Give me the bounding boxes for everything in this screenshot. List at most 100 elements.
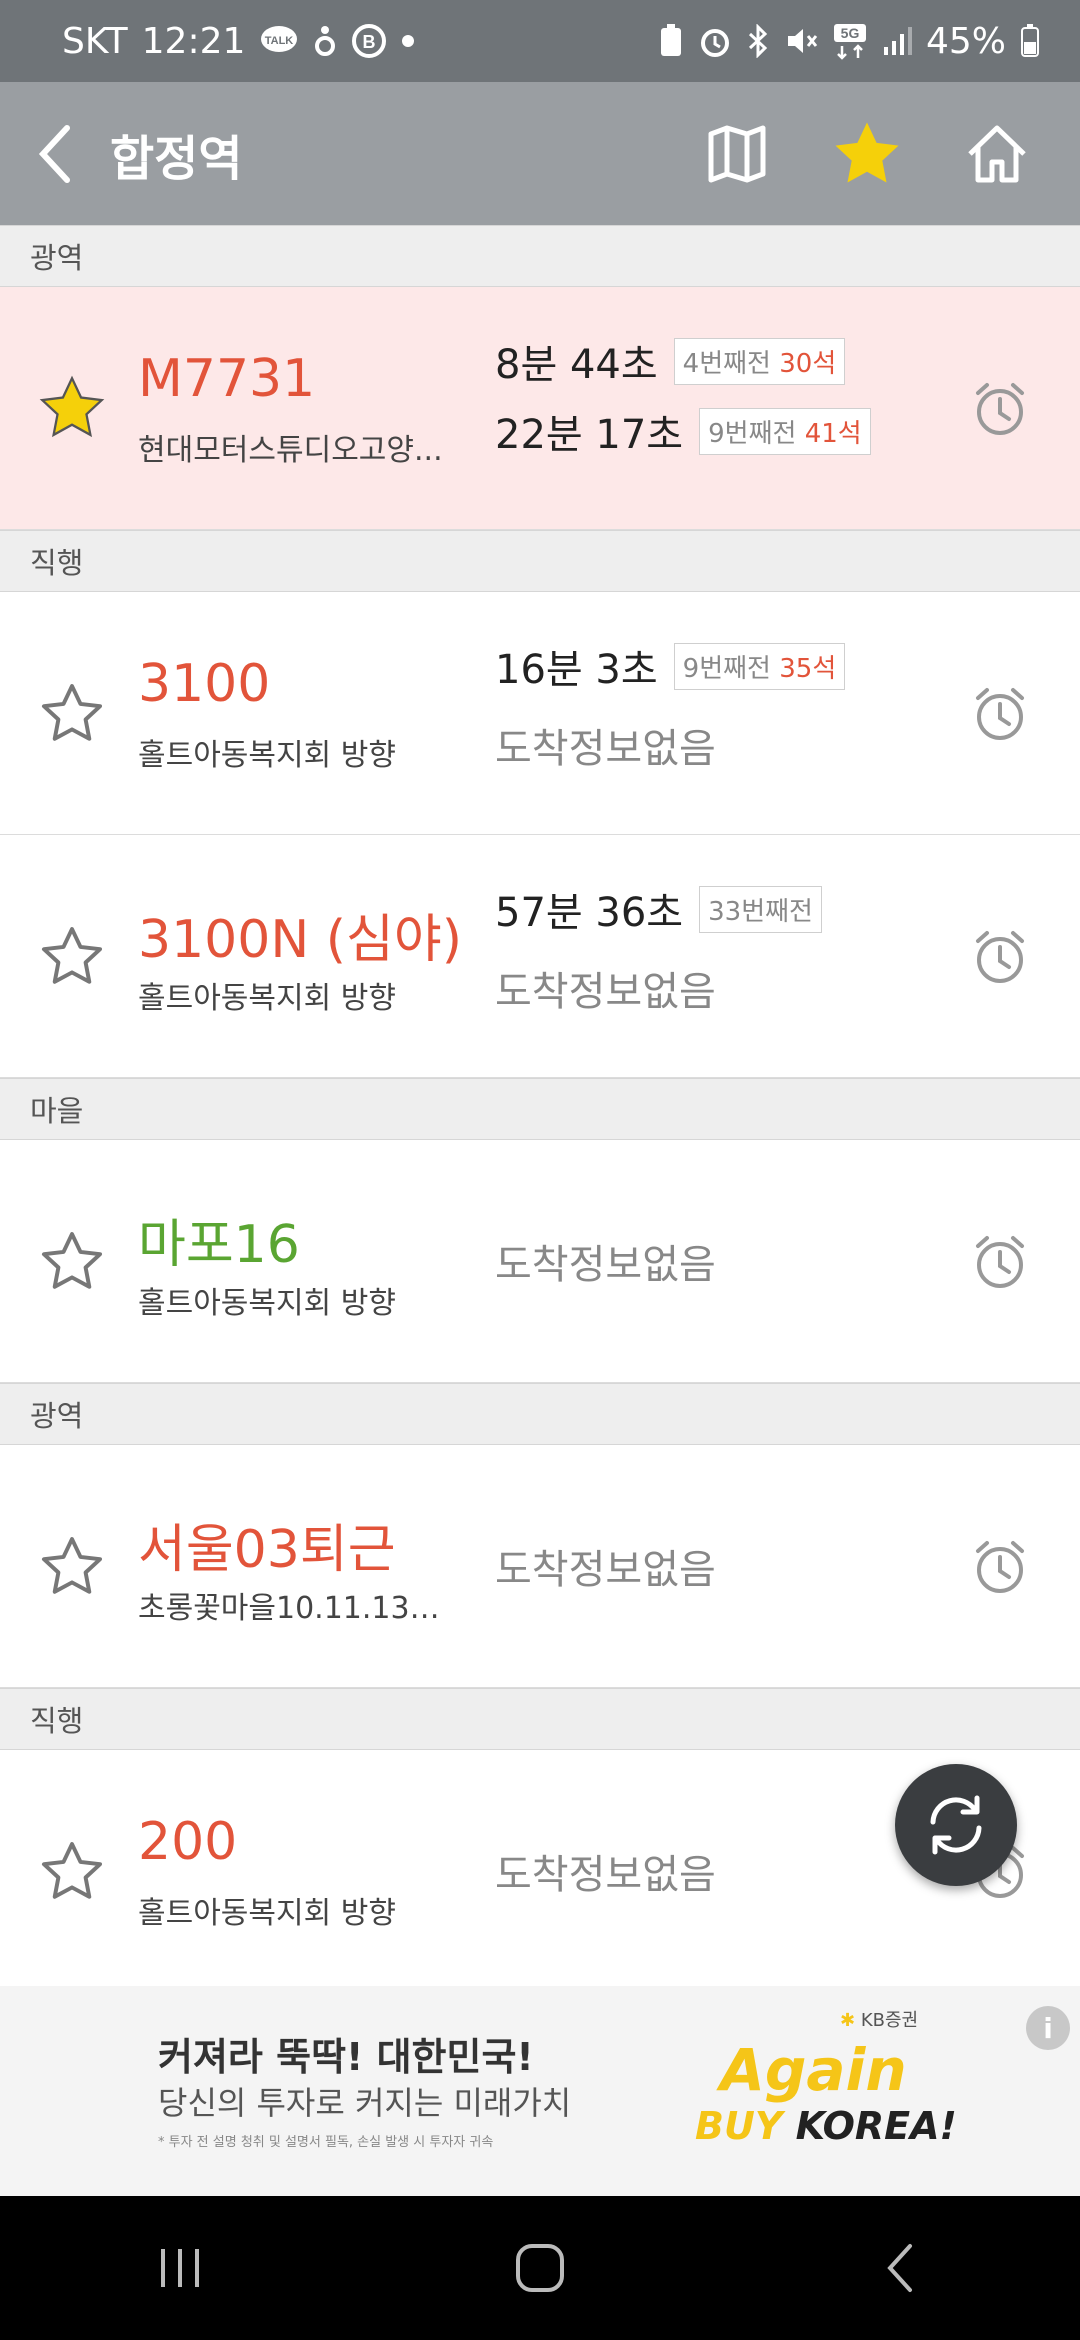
section-header: 광역 [0,225,1080,287]
ad-banner[interactable]: 커져라 뚝딱! 대한민국! 당신의 투자로 커지는 미래가치 * 투자 전 설명… [0,1986,1080,2196]
network-5g-label: 5G [841,25,860,41]
alarm-clock-icon [976,688,1024,740]
star-outline-icon [41,1232,103,1289]
bus-row-3100[interactable]: 3100 홀트아동복지회 방향 16분 3초 9번째전 35석 도착정보없음 [0,592,1080,835]
ad-brand-label: KB증권 [860,2010,919,2031]
arrival-badge: 33번째전 [699,885,822,933]
alarm-button[interactable] [970,1232,1030,1292]
star-outline-icon [41,684,103,741]
alarm-button[interactable] [970,1537,1030,1597]
notification-icon [313,24,337,58]
favorite-stop-button[interactable] [802,82,932,225]
ad-brand: ✱ KB증권 [840,2006,918,2032]
clock: 12:21 [141,20,246,62]
stops-away: 4번째전 [682,348,771,379]
star-filled-icon [835,122,899,182]
alarm-button[interactable] [970,684,1030,744]
section-header: 광역 [0,1383,1080,1445]
arrival-badge: 4번째전 30석 [673,337,846,385]
section-header: 직행 [0,530,1080,592]
star-filled-icon [39,375,105,438]
back-nav-button[interactable] [840,2208,960,2328]
route-direction: 현대모터스튜디오고양... [138,433,443,468]
refresh-button[interactable] [895,1764,1017,1886]
favorite-toggle[interactable] [38,1532,106,1600]
ad-slogan-buy: BUY [695,2104,783,2148]
route-direction: 홀트아동복지회 방향 [138,1286,396,1321]
recents-button[interactable] [120,2208,240,2328]
b-app-icon: B [351,23,387,59]
alarm-status-icon [698,24,732,58]
home-nav-button[interactable] [480,2208,600,2328]
star-outline-icon [41,927,103,984]
favorite-toggle[interactable] [38,1837,106,1905]
ad-info-button[interactable]: i [1026,2006,1070,2050]
arrival-time: 22분 17초 [495,412,684,458]
alarm-button[interactable] [970,379,1030,439]
alarm-button[interactable] [970,927,1030,987]
chevron-left-icon [38,124,70,183]
recents-icon [161,2249,199,2287]
stops-away: 9번째전 [682,653,771,684]
back-chevron-icon [887,2244,912,2292]
bus-row-3100n[interactable]: 3100N (심야) 홀트아동복지회 방향 57분 36초 33번째전 도착정보… [0,835,1080,1078]
star-outline-icon [41,1537,103,1594]
ad-slogan-korea: KOREA! [795,2104,957,2148]
app-bar: 합정역 [0,82,1080,225]
route-number: 서울03퇴근 [138,1520,396,1580]
bus-row-mapo16[interactable]: 마포16 홀트아동복지회 방향 도착정보없음 [0,1140,1080,1383]
bus-row-seoul03[interactable]: 서울03퇴근 초롱꽃마을10.11.13단... 도착정보없음 [0,1445,1080,1688]
stops-away: 33번째전 [708,896,813,927]
refresh-icon [930,1795,982,1855]
no-arrival-info: 도착정보없음 [495,1547,716,1593]
alarm-clock-icon [976,931,1024,983]
star-outline-icon [41,1842,103,1899]
route-direction: 홀트아동복지회 방향 [138,981,396,1016]
arrival-badge: 9번째전 41석 [699,407,871,455]
ad-disclaimer: * 투자 전 설명 청취 및 설명서 필독, 손실 발생 시 투자자 귀속 [158,2135,494,2150]
arrival-1: 16분 3초 9번째전 35석 [495,637,846,695]
home-circle-icon [516,2244,564,2292]
no-arrival-info: 도착정보없음 [495,1852,716,1898]
system-nav-bar [0,2196,1080,2340]
no-arrival-info: 도착정보없음 [495,1242,716,1288]
ad-headline: 커져라 뚝딱! 대한민국! [158,2035,534,2079]
route-direction: 초롱꽃마을10.11.13단... [138,1591,458,1626]
route-number: 마포16 [138,1215,300,1275]
route-number: 200 [138,1812,238,1872]
route-number: M7731 [138,349,316,409]
arrival-badge: 9번째전 35석 [673,642,846,690]
route-direction: 홀트아동복지회 방향 [138,738,396,773]
arrival-1: 8분 44초 4번째전 30석 [495,332,846,390]
battery-saver-icon [658,24,684,58]
section-header: 마을 [0,1078,1080,1140]
ad-slogan-top: Again [720,2036,907,2104]
back-button[interactable] [0,82,110,225]
favorite-toggle[interactable] [38,922,106,990]
home-icon [968,125,1026,182]
seats-left: 30석 [779,348,837,379]
battery-icon [1020,24,1040,58]
favorite-toggle[interactable] [38,374,106,442]
arrival-time: 16분 3초 [495,647,658,693]
no-arrival-info: 도착정보없음 [495,726,716,772]
favorite-toggle[interactable] [38,679,106,747]
home-button[interactable] [932,82,1062,225]
seats-left: 35석 [779,653,837,684]
route-number: 3100N (심야) [138,910,463,970]
arrival-2: 22분 17초 9번째전 41석 [495,402,871,460]
svg-text:B: B [363,32,376,52]
ad-subline: 당신의 투자로 커지는 미래가치 [158,2084,572,2122]
talk-badge-text: TALK [265,35,294,47]
favorite-toggle[interactable] [38,1227,106,1295]
section-header: 직행 [0,1688,1080,1750]
alarm-clock-icon [976,1541,1024,1593]
alarm-clock-icon [976,383,1024,435]
no-arrival-info: 도착정보없음 [495,969,716,1015]
bluetooth-icon [746,24,770,58]
signal-icon [882,25,912,57]
map-button[interactable] [672,82,802,225]
seats-left: 41석 [804,418,862,449]
bus-row-m7731[interactable]: M7731 현대모터스튜디오고양... 8분 44초 4번째전 30석 22분 … [0,287,1080,530]
bus-arrival-list: 광역 M7731 현대모터스튜디오고양... 8분 44초 4번째전 30석 2… [0,225,1080,1993]
